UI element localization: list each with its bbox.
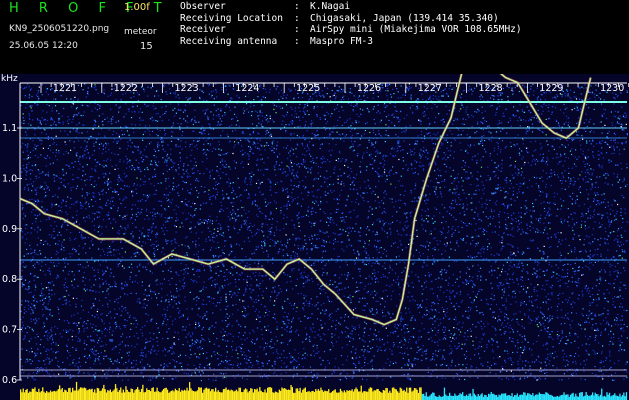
time-tick-label: 1223: [175, 83, 199, 94]
time-tick-label: 1228: [479, 83, 503, 94]
observation-info: Observer: K.Nagai Receiving Location: Chig…: [180, 1, 522, 47]
y-tick-label: 0.8: [2, 274, 17, 285]
y-tick-label: 0.9: [2, 224, 17, 235]
spectrogram-svg: 1221 1222 1223 1224 1225 1226 1227 1228 1229 1230…: [0, 74, 629, 400]
info-key: Receiver: [180, 24, 226, 35]
y-tick-label: 0.6: [2, 375, 17, 386]
info-row-location: Receiving Location: Chigasaki, Japan (139…: [180, 13, 522, 25]
y-tick-label: 1.0: [2, 173, 17, 184]
spectrogram-plot: 1221 1222 1223 1224 1225 1226 1227 1228 1229 1230…: [0, 74, 629, 400]
info-sep: :: [294, 1, 300, 12]
meteor-label: meteor: [124, 27, 157, 37]
info-value: Chigasaki, Japan (139.414 35.340): [310, 12, 499, 24]
y-axis-unit: kHz: [1, 74, 18, 84]
y-tick-label: 1.1: [2, 123, 17, 134]
header-panel: H R O F F T 1.00f KN9_2506051220.png 25.…: [0, 0, 629, 74]
info-row-antenna: Receiving antenna: Maspro FM-3: [180, 36, 522, 48]
time-tick-label: 1221: [53, 83, 77, 94]
info-value: K.Nagai: [310, 1, 351, 12]
time-tick-label: 1225: [296, 83, 320, 94]
info-sep: :: [294, 24, 300, 35]
info-row-observer: Observer: K.Nagai: [180, 1, 522, 13]
info-row-receiver: Receiver: AirSpy mini (Miakejima VOR 108.…: [180, 24, 522, 36]
time-tick-label: 1227: [418, 83, 442, 94]
time-tick-label: 1222: [114, 83, 138, 94]
time-tick-label: 1224: [235, 83, 259, 94]
info-key: Receiving Location: [180, 12, 283, 24]
app-version: 1.00f: [124, 2, 150, 13]
timestamp: 25.06.05 12:20: [9, 41, 78, 51]
time-tick-label: 1226: [357, 83, 381, 94]
meteor-count: 15: [140, 41, 153, 52]
info-value: Maspro FM-3: [310, 35, 373, 47]
info-key: Observer: [180, 1, 226, 12]
y-tick-label: 0.7: [2, 325, 17, 336]
time-tick-label: 1230: [600, 83, 624, 94]
file-name: KN9_2506051220.png: [9, 24, 110, 34]
info-key: Receiving antenna: [180, 35, 278, 47]
info-sep: :: [294, 35, 300, 47]
info-sep: :: [294, 12, 300, 24]
info-value: AirSpy mini (Miakejima VOR 108.65MHz): [310, 24, 522, 35]
time-tick-label: 1229: [539, 83, 563, 94]
